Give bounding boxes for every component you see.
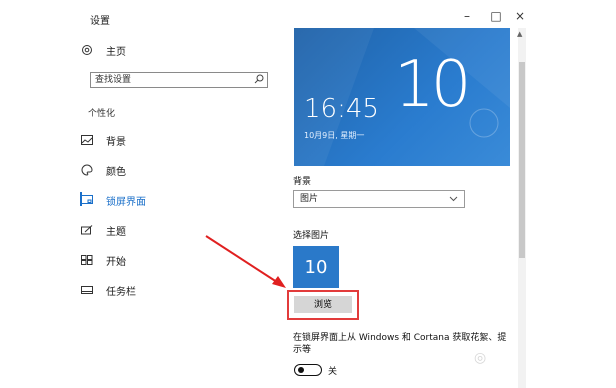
search-input[interactable]: 查找设置 xyxy=(90,72,268,88)
minimize-button[interactable]: – xyxy=(455,6,479,26)
sidebar-item-label: 主题 xyxy=(106,226,126,238)
sidebar-item-label: 颜色 xyxy=(106,166,126,178)
sidebar-item-lockscreen[interactable]: 锁屏界面 xyxy=(80,188,146,212)
close-button[interactable]: × xyxy=(508,6,532,26)
preview-time: 16:45 xyxy=(304,94,379,124)
palette-icon xyxy=(80,163,94,177)
fun-facts-toggle[interactable] xyxy=(294,364,322,376)
section-title: 个性化 xyxy=(88,109,116,119)
start-icon xyxy=(80,253,94,267)
lockscreen-preview: 10 16:45 10月9日, 星期一 xyxy=(294,28,510,166)
scrollbar-thumb[interactable] xyxy=(519,62,525,258)
dropdown-value: 图片 xyxy=(300,194,319,204)
sidebar-item-label: 锁屏界面 xyxy=(106,196,146,208)
sidebar-item-themes[interactable]: 主题 xyxy=(80,218,126,242)
choose-picture-label: 选择图片 xyxy=(293,231,330,241)
gear-icon xyxy=(80,43,94,57)
taskbar-icon xyxy=(80,283,94,297)
home-nav[interactable]: 主页 xyxy=(80,38,126,62)
sidebar-item-label: 开始 xyxy=(106,256,126,268)
home-label: 主页 xyxy=(106,46,126,58)
sidebar-item-taskbar[interactable]: 任务栏 xyxy=(80,278,136,302)
sidebar-item-label: 背景 xyxy=(106,136,126,148)
picture-thumbnail[interactable]: 10 xyxy=(293,246,339,288)
lockscreen-icon xyxy=(80,193,94,207)
brush-icon xyxy=(80,223,94,237)
browse-button[interactable]: 浏览 xyxy=(294,296,352,313)
watermark-icon: ◎ xyxy=(474,350,487,366)
maximize-button[interactable]: □ xyxy=(484,6,508,26)
scroll-up-icon[interactable]: ▲ xyxy=(517,30,522,38)
background-dropdown[interactable]: 图片 xyxy=(293,190,465,208)
sidebar-item-label: 任务栏 xyxy=(106,286,136,298)
chevron-down-icon xyxy=(449,191,458,213)
image-icon xyxy=(80,133,94,147)
window-title: 设置 xyxy=(90,16,110,27)
preview-date: 10月9日, 星期一 xyxy=(304,131,365,140)
preview-big-text: 10 xyxy=(394,48,471,122)
sidebar-item-colors[interactable]: 颜色 xyxy=(80,158,126,182)
sidebar-item-background[interactable]: 背景 xyxy=(80,128,126,152)
search-icon xyxy=(254,74,264,89)
annotation-arrow xyxy=(205,235,286,288)
sidebar-item-start[interactable]: 开始 xyxy=(80,248,126,272)
background-label: 背景 xyxy=(293,177,312,187)
toggle-state-label: 关 xyxy=(328,367,338,377)
toggle-knob xyxy=(298,367,304,373)
